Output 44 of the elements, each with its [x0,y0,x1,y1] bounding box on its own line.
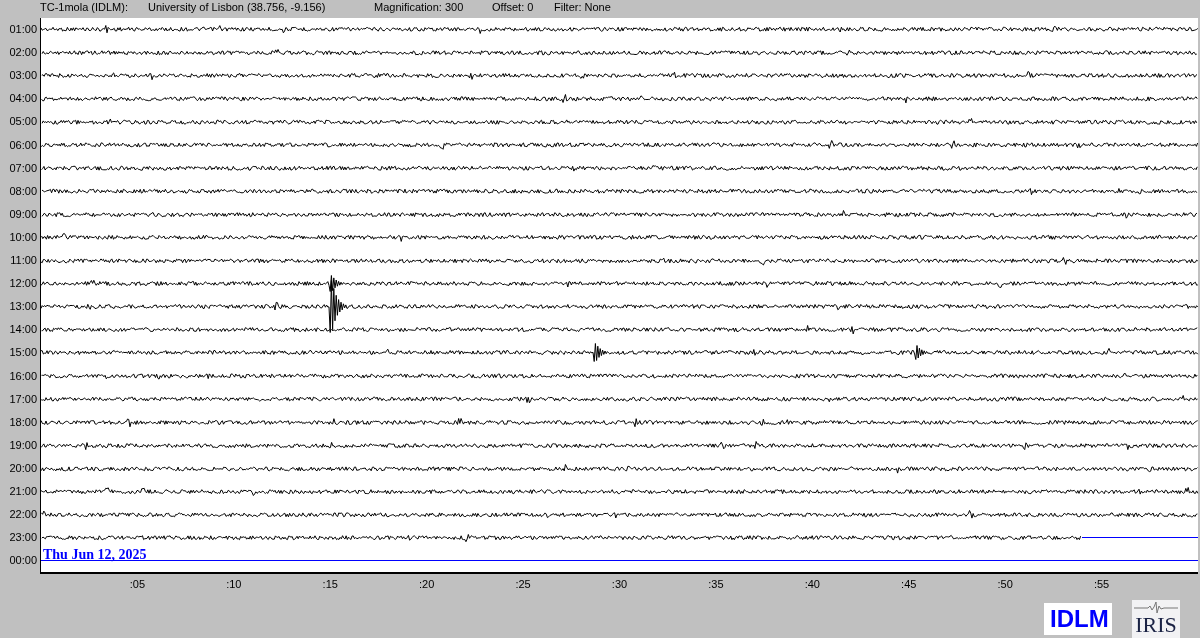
hour-label: 14:00 [8,322,38,338]
hour-label: 08:00 [8,183,38,199]
hour-label: 22:00 [8,507,38,523]
hour-label: 17:00 [8,391,38,407]
hour-label: 16:00 [8,368,38,384]
hour-label: 20:00 [8,460,38,476]
hour-label: 03:00 [8,68,38,84]
hour-label: 15:00 [8,345,38,361]
hour-label: 02:00 [8,45,38,61]
hour-label: 09:00 [8,206,38,222]
hour-label: 01:00 [8,22,38,38]
minute-label: :05 [129,578,146,591]
minute-label: :35 [708,578,724,591]
location-label: University of Lisbon (38.756, -9.156) [148,1,327,14]
logo-text: IRIS [1135,614,1177,636]
hour-label: 04:00 [8,91,38,107]
minute-label: :15 [322,578,338,591]
minute-label: :30 [611,578,628,591]
wave-icon [1134,600,1178,614]
minute-label: :10 [226,578,242,591]
minute-label: :20 [419,578,435,591]
hour-label: 07:00 [8,160,38,176]
filter-label: Filter: None [554,1,612,14]
minute-label: :25 [515,578,531,591]
hour-label: 10:00 [8,229,38,245]
hour-label: 19:00 [8,437,38,453]
hour-label: 13:00 [8,299,38,315]
date-label: Thu Jun 12, 2025 [43,547,147,564]
minute-label: :45 [901,578,917,591]
hour-label: 12:00 [8,276,38,292]
minute-label: :55 [1093,578,1110,591]
magnification-label: Magnification: 300 [374,1,465,14]
hour-label: 18:00 [8,414,38,430]
offset-label: Offset: 0 [492,1,535,14]
hour-label: 06:00 [8,137,38,153]
minute-label: :40 [804,578,820,591]
hour-label: 05:00 [8,114,38,130]
hour-label: 00:00 [8,553,38,569]
minute-label: :50 [997,578,1013,591]
station-label: TC-1mola (IDLM): [40,1,129,14]
idlm-logo: IDLM [1044,603,1112,635]
hour-label: 23:00 [8,530,38,546]
hour-label: 21:00 [8,483,38,499]
hour-label: 11:00 [9,253,38,269]
